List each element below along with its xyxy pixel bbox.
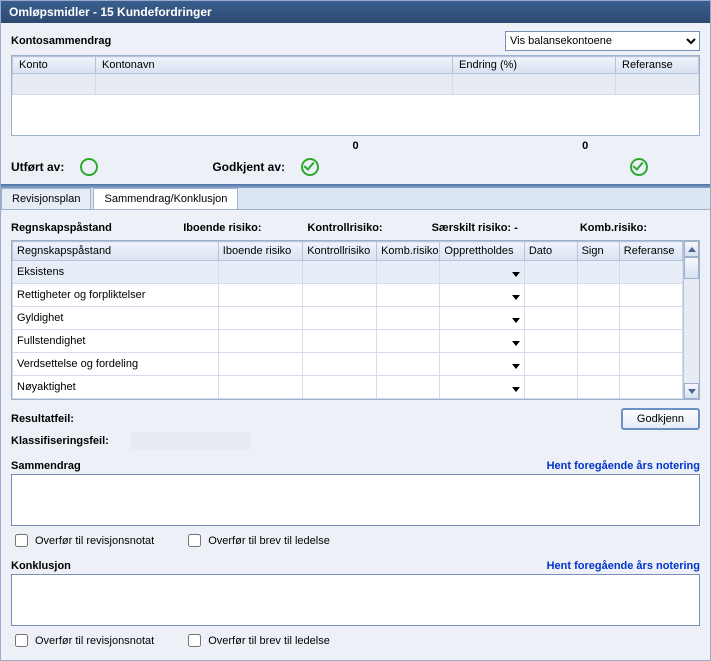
cb-overfor-revnotat-label: Overfør til revisjonsnotat xyxy=(35,535,154,547)
risk-regnskap-label: Regnskapspåstand xyxy=(11,222,179,234)
hdr-sign[interactable]: Sign xyxy=(577,242,619,261)
scrollbar[interactable] xyxy=(683,241,699,399)
hdr-referanse[interactable]: Referanse xyxy=(619,242,682,261)
chevron-down-icon xyxy=(512,272,520,277)
cb-overfor-ledelse[interactable]: Overfør til brev til ledelse xyxy=(184,531,330,550)
konto-table: Konto Kontonavn Endring (%) Referanse xyxy=(11,55,700,136)
scroll-thumb[interactable] xyxy=(684,257,699,279)
chevron-down-icon xyxy=(512,318,520,323)
opprettholdes-dropdown[interactable] xyxy=(440,284,524,307)
cb-overfor-ledelse-2-label: Overfør til brev til ledelse xyxy=(208,635,330,647)
hdr-opprettholdes[interactable]: Opprettholdes xyxy=(440,242,524,261)
cb-overfor-revnotat-2-input[interactable] xyxy=(15,634,28,647)
hdr-regnskap[interactable]: Regnskapspåstand xyxy=(13,242,219,261)
table-row[interactable]: Fullstendighet xyxy=(13,330,699,353)
table-row[interactable]: Gyldighet xyxy=(13,307,699,330)
godkjent-label: Godkjent av: xyxy=(212,160,285,174)
table-row[interactable]: Eksistens xyxy=(13,261,699,284)
sammendrag-title: Sammendrag xyxy=(11,460,81,472)
opprettholdes-dropdown[interactable] xyxy=(440,261,524,284)
balance-view-dropdown[interactable]: Vis balansekontoene xyxy=(505,31,700,51)
hdr-komb[interactable]: Komb.risiko xyxy=(377,242,440,261)
scroll-down-icon[interactable] xyxy=(684,383,699,399)
cb-overfor-ledelse-2-input[interactable] xyxy=(188,634,201,647)
risk-kontroll-label: Kontrollrisiko: xyxy=(307,222,427,234)
cb-overfor-ledelse-2[interactable]: Overfør til brev til ledelse xyxy=(184,631,330,650)
col-endring[interactable]: Endring (%) xyxy=(453,57,616,74)
kontosammendrag-label: Kontosammendrag xyxy=(11,35,111,47)
col-kontonavn[interactable]: Kontonavn xyxy=(96,57,453,74)
col-konto[interactable]: Konto xyxy=(13,57,96,74)
godkjenn-button[interactable]: Godkjenn xyxy=(621,408,700,430)
table-row[interactable]: Nøyaktighet xyxy=(13,376,699,399)
col-referanse[interactable]: Referanse xyxy=(616,57,699,74)
chevron-down-icon xyxy=(512,295,520,300)
risk-iboende-label: Iboende risiko: xyxy=(183,222,303,234)
opprettholdes-dropdown[interactable] xyxy=(440,307,524,330)
table-row[interactable]: Verdsettelse og fordeling xyxy=(13,353,699,376)
scroll-up-icon[interactable] xyxy=(684,241,699,257)
total-left: 0 xyxy=(241,140,471,152)
hdr-kontroll[interactable]: Kontrollrisiko xyxy=(303,242,377,261)
hdr-dato[interactable]: Dato xyxy=(524,242,577,261)
chevron-down-icon xyxy=(512,341,520,346)
utfort-label: Utført av: xyxy=(11,160,64,174)
cb-overfor-ledelse-label: Overfør til brev til ledelse xyxy=(208,535,330,547)
konklusjon-title: Konklusjon xyxy=(11,560,71,572)
hent-foregaende-link[interactable]: Hent foregående års notering xyxy=(547,460,700,472)
cb-overfor-revnotat-input[interactable] xyxy=(15,534,28,547)
opprettholdes-dropdown[interactable] xyxy=(440,330,524,353)
risk-saerskilt-label: Særskilt risiko: - xyxy=(432,222,576,234)
cb-overfor-revnotat-2[interactable]: Overfør til revisjonsnotat xyxy=(11,631,154,650)
sammendrag-textarea[interactable] xyxy=(11,474,700,526)
table-row[interactable] xyxy=(13,74,699,95)
chevron-down-icon xyxy=(512,387,520,392)
status-check-icon[interactable] xyxy=(301,158,319,176)
cb-overfor-revnotat-2-label: Overfør til revisjonsnotat xyxy=(35,635,154,647)
konklusjon-textarea[interactable] xyxy=(11,574,700,626)
tab-sammendrag[interactable]: Sammendrag/Konklusjon xyxy=(93,188,238,209)
klassifiseringsfeil-value xyxy=(131,432,251,450)
chevron-down-icon xyxy=(512,364,520,369)
resultatfeil-label: Resultatfeil: xyxy=(11,413,131,425)
hdr-iboende[interactable]: Iboende risiko xyxy=(218,242,302,261)
risk-komb-label: Komb.risiko: xyxy=(580,222,700,234)
total-right: 0 xyxy=(470,140,700,152)
risk-table: Regnskapspåstand Iboende risiko Kontroll… xyxy=(11,240,700,400)
opprettholdes-dropdown[interactable] xyxy=(440,376,524,399)
klassifiseringsfeil-label: Klassifiseringsfeil: xyxy=(11,435,131,447)
cb-overfor-revnotat[interactable]: Overfør til revisjonsnotat xyxy=(11,531,154,550)
window-title: Omløpsmidler - 15 Kundefordringer xyxy=(1,1,710,23)
tab-revisjonsplan[interactable]: Revisjonsplan xyxy=(1,188,91,209)
hent-foregaende-link-2[interactable]: Hent foregående års notering xyxy=(547,560,700,572)
status-check-icon-2[interactable] xyxy=(630,158,648,176)
table-row[interactable]: Rettigheter og forpliktelser xyxy=(13,284,699,307)
status-circle-icon[interactable] xyxy=(80,158,98,176)
cb-overfor-ledelse-input[interactable] xyxy=(188,534,201,547)
opprettholdes-dropdown[interactable] xyxy=(440,353,524,376)
